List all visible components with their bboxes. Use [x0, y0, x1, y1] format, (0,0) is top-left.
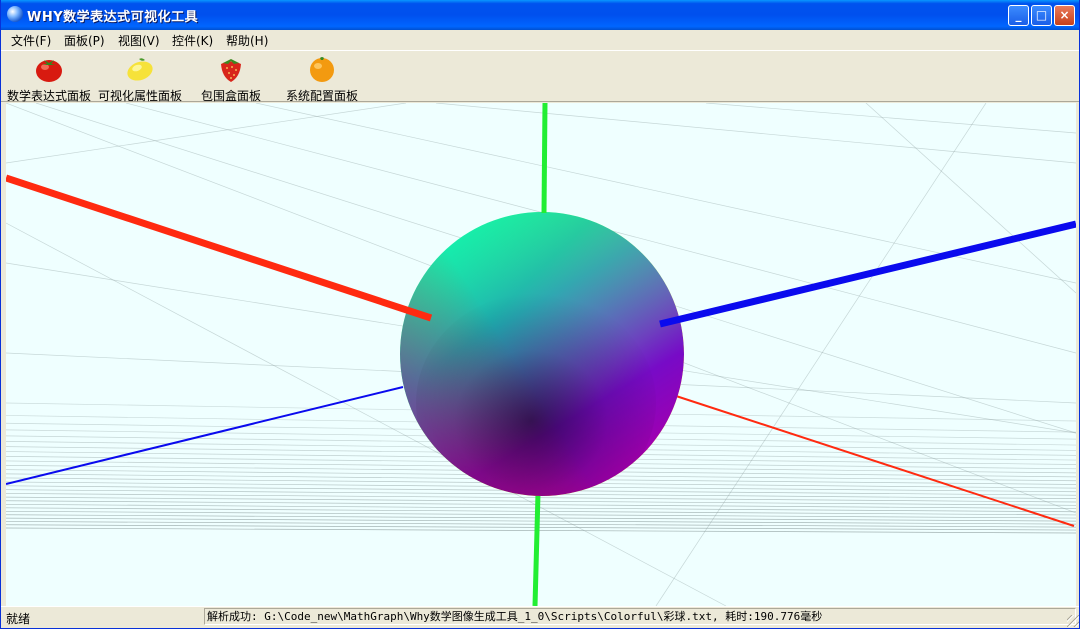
resize-grip[interactable] [1067, 615, 1079, 627]
y-axis-bottom [532, 492, 541, 606]
orange-icon [310, 57, 334, 82]
x-axis-back [675, 395, 1075, 527]
grid-line [6, 503, 1076, 513]
grid-line [6, 496, 1076, 506]
grid-line [6, 514, 1076, 522]
app-globe-icon[interactable] [7, 6, 23, 22]
system-config-panel-button[interactable]: 系统配置面板 [278, 51, 366, 103]
y-axis-top [541, 103, 548, 214]
menu-help[interactable]: 帮助(H) [226, 32, 268, 49]
grid-line [6, 103, 407, 164]
status-ready: 就绪 [6, 612, 31, 626]
close-button[interactable]: × [1054, 5, 1075, 26]
minimize-button[interactable]: _ [1008, 5, 1029, 26]
z-axis-front [659, 220, 1076, 328]
grid-line [705, 103, 1076, 134]
grid-line [6, 510, 1076, 519]
3d-viewport[interactable] [6, 103, 1076, 606]
grid-line [6, 521, 1076, 528]
menu-view[interactable]: 视图(V) [118, 32, 160, 49]
menu-controls[interactable]: 控件(K) [172, 32, 213, 49]
title-bar[interactable]: WHY数学表达式可视化工具 _ □ × [1, 0, 1079, 30]
menu-panel[interactable]: 面板(P) [64, 32, 105, 49]
toolbar-label: 可视化属性面板 [97, 89, 182, 103]
grid-line [6, 507, 1076, 516]
maximize-button[interactable]: □ [1031, 5, 1052, 26]
math-expression-panel-button[interactable]: 数学表达式面板 [5, 51, 93, 103]
menu-bar: 文件(F) 面板(P) 视图(V) 控件(K) 帮助(H) [1, 30, 1079, 50]
status-bar: 就绪 解析成功: G:\Code_new\MathGraph\Why数学图像生成… [1, 606, 1079, 628]
menu-file[interactable]: 文件(F) [11, 32, 51, 49]
grid-line [655, 103, 987, 606]
toolbar-label: 系统配置面板 [285, 89, 358, 103]
grid-line [6, 517, 1076, 525]
bounding-box-panel-button[interactable]: 包围盒面板 [187, 51, 275, 103]
toolbar-label: 包围盒面板 [200, 89, 261, 103]
toolbar-label: 数学表达式面板 [6, 89, 91, 103]
window-title: WHY数学表达式可视化工具 [27, 10, 199, 25]
3d-scene [6, 103, 1076, 606]
grid-line [6, 527, 1076, 534]
app-window: WHY数学表达式可视化工具 _ □ × 文件(F) 面板(P) 视图(V) 控件… [0, 0, 1080, 629]
tomato-icon [36, 60, 62, 82]
status-message: 解析成功: G:\Code_new\MathGraph\Why数学图像生成工具_… [204, 608, 1076, 625]
visual-property-panel-button[interactable]: 可视化属性面板 [96, 51, 184, 103]
lemon-icon [127, 58, 153, 81]
z-axis-back [6, 386, 404, 485]
toolbar: 数学表达式面板 可视化属性面板 包围盒面板 系统配置面板 [1, 50, 1079, 103]
strawberry-icon [221, 59, 241, 82]
grid-line [6, 524, 1076, 531]
